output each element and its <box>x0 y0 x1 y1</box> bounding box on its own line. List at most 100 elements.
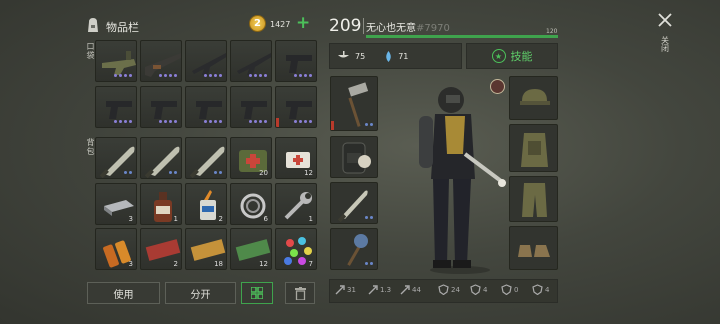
coin-icon: 2 <box>249 15 266 32</box>
pocket-slot[interactable] <box>275 86 317 128</box>
cap-icon <box>520 89 550 105</box>
pocket-slot[interactable] <box>140 40 182 82</box>
backpack-slot[interactable]: 12 <box>230 228 272 270</box>
run-icon <box>400 285 410 295</box>
weapon-slot-hammer[interactable] <box>330 76 378 131</box>
quality-dots <box>365 123 373 126</box>
backpack-slot[interactable] <box>330 136 378 178</box>
stat-value: 4 <box>545 285 550 294</box>
pants-icon <box>522 183 547 217</box>
close-label: 关闭 <box>660 36 670 52</box>
item-count: 1 <box>173 215 178 223</box>
backpack-slot[interactable]: 20 <box>230 137 272 179</box>
quality-dots <box>114 120 132 123</box>
item-count: 7 <box>308 260 313 268</box>
inventory-title: 物品栏 <box>106 21 139 34</box>
player-name: 无心也无意 <box>366 23 416 34</box>
backpack-slot[interactable]: 3 <box>95 183 137 225</box>
quality-dots <box>114 74 132 77</box>
plus-icon: + <box>296 13 311 33</box>
pocket-slot[interactable] <box>140 86 182 128</box>
body-armor-slot[interactable] <box>509 124 558 172</box>
food-icon <box>338 51 349 58</box>
rank-badge-icon <box>490 79 505 94</box>
xp-bar-fill <box>366 35 558 38</box>
split-button[interactable]: 分开 <box>165 282 236 304</box>
pocket-slot[interactable] <box>95 40 137 82</box>
helmet-slot[interactable] <box>509 76 558 120</box>
quality-dots <box>294 120 312 123</box>
trash-button[interactable] <box>285 282 315 304</box>
trash-icon <box>294 286 306 300</box>
sword-icon <box>335 285 345 295</box>
backpack-slot[interactable]: 18 <box>185 228 227 270</box>
quality-dots <box>214 171 222 174</box>
pocket-slot[interactable] <box>230 40 272 82</box>
backpack-slot[interactable]: 7 <box>275 228 317 270</box>
backpack-slot[interactable]: 1 <box>275 183 317 225</box>
boots-slot[interactable] <box>509 226 558 270</box>
backpack-slot[interactable]: 2 <box>140 228 182 270</box>
close-button[interactable]: 关闭 <box>654 12 676 64</box>
item-count: 20 <box>259 169 268 177</box>
player-level: 209 <box>329 16 362 36</box>
durability-mark <box>331 121 334 130</box>
stat-item: 24 <box>438 284 460 295</box>
stat-item: 31 <box>334 284 356 295</box>
player-id: #7970 <box>416 23 450 34</box>
backpack-icon <box>84 16 102 34</box>
stat-value: 44 <box>412 285 421 294</box>
food-stat: 75 71 <box>329 43 462 69</box>
skills-label: 技能 <box>510 50 533 63</box>
coin-count: 1427 <box>270 20 291 29</box>
shield-bio-icon <box>470 284 481 295</box>
sword-speed-icon <box>368 285 378 295</box>
use-button[interactable]: 使用 <box>87 282 160 304</box>
quality-dots <box>159 120 177 123</box>
weapon-slot-machete[interactable] <box>330 182 378 224</box>
character-model <box>405 84 515 274</box>
item-count: 1 <box>308 215 313 223</box>
pocket-slot[interactable] <box>275 40 317 82</box>
backpack-slot[interactable]: 3 <box>95 228 137 270</box>
quality-dots <box>365 262 373 265</box>
add-coins-button[interactable]: + <box>296 14 312 32</box>
pants-slot[interactable] <box>509 176 558 222</box>
weapon-slot-mace[interactable] <box>330 228 378 270</box>
item-count: 2 <box>218 215 223 223</box>
vest-icon <box>521 133 548 167</box>
backpack-slot[interactable]: 12 <box>275 137 317 179</box>
item-count: 18 <box>214 260 223 268</box>
backpack-slot[interactable] <box>95 137 137 179</box>
water-drop-icon <box>386 50 391 62</box>
grid-view-button[interactable] <box>241 282 273 304</box>
item-count: 6 <box>263 215 268 223</box>
level-divider <box>363 18 364 34</box>
backpack-slot[interactable]: 1 <box>140 183 182 225</box>
stat-value: 24 <box>451 285 460 294</box>
backpack-slot[interactable] <box>185 137 227 179</box>
quality-dots <box>204 74 222 77</box>
xp-max: 120 <box>546 28 558 35</box>
pocket-slot[interactable] <box>185 40 227 82</box>
stat-item: 1.3 <box>367 284 391 295</box>
xp-bar <box>366 35 558 38</box>
item-count: 12 <box>304 169 313 177</box>
stat-item: 0 <box>501 284 518 295</box>
quality-dots <box>365 216 373 219</box>
stat-value: 0 <box>514 285 519 294</box>
stat-value: 1.3 <box>380 285 392 294</box>
item-count: 2 <box>173 260 178 268</box>
backpack-slot[interactable]: 6 <box>230 183 272 225</box>
backpack-slot[interactable]: 2 <box>185 183 227 225</box>
pocket-slot[interactable] <box>95 86 137 128</box>
backpack-slot[interactable] <box>140 137 182 179</box>
quality-dots <box>249 120 267 123</box>
backpack-equip-icon <box>342 142 366 174</box>
skills-button[interactable]: ★ 技能 <box>466 43 558 69</box>
quality-dots <box>124 171 132 174</box>
water-value: 71 <box>398 51 409 61</box>
pocket-slot[interactable] <box>230 86 272 128</box>
pocket-slot[interactable] <box>185 86 227 128</box>
player-name-row: 无心也无意#7970 <box>366 19 450 34</box>
